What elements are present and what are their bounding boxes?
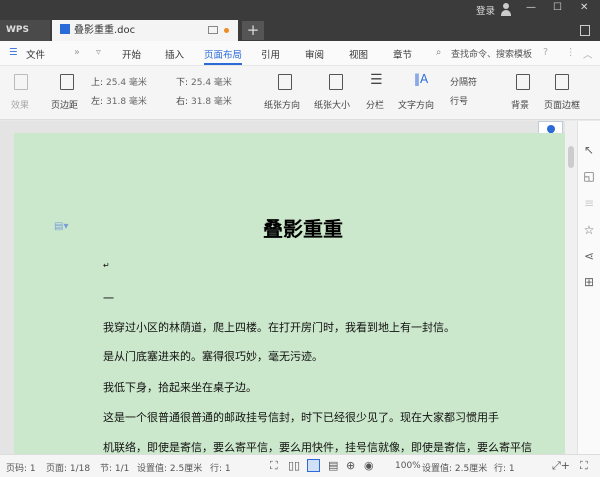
close-button[interactable]: ✕ [580,2,588,13]
help-button[interactable]: ? [543,47,548,58]
bottom-margin-label: 下: [176,78,189,88]
columns-icon[interactable]: ☰ [370,72,383,88]
paper-size-button[interactable]: 纸张大小 [314,98,350,111]
unsaved-dot-icon [224,28,229,33]
hamburger-icon[interactable]: ☰ [9,47,18,58]
columns-button[interactable]: 分栏 [366,98,384,111]
effects-button[interactable]: 效果 [11,98,29,111]
zoom-in-icon[interactable]: ⤢+ [552,459,570,473]
status-line: 行: 1 [210,464,231,474]
page-border-button[interactable]: 页面边框 [544,98,580,111]
status-pages[interactable]: 页面: 1/18 [46,461,90,474]
shapes-icon[interactable]: ◱ [582,169,596,183]
wps-label: WPS [6,25,30,35]
section-heading: 一 [103,292,114,305]
tab-home[interactable]: 开始 [122,47,141,61]
right-margin-input[interactable]: 31.8 毫米 [191,94,232,107]
line-numbers-button[interactable]: 行号 [450,94,468,107]
page-border-icon[interactable] [555,74,569,90]
status-setting: 设置值: 2.5厘米 [137,464,203,474]
fullscreen-icon[interactable]: ⛶ [270,459,278,473]
document-tab-title: 叠影重重.doc [74,25,136,36]
user-avatar-icon[interactable] [500,2,512,16]
menu-file[interactable]: 文件 [26,47,45,61]
text-direction-icon[interactable]: ‖A [414,72,428,86]
right-sidebar: ↖ ◱ ≡ ☆ ⋖ ⊞ [577,121,600,454]
format-list-icon[interactable]: ≡ [582,196,596,210]
collapse-ribbon-icon[interactable]: ︿ [583,47,593,61]
eye-protection-icon[interactable]: ◉ [364,459,374,472]
paragraph: 这是一个很普通很普通的邮政挂号信封，时下已经很少见了。现在大家都习惯用手 [103,411,499,424]
wps-home-tab[interactable]: WPS [0,20,50,41]
title-bar: 登录 — ☐ ✕ [0,0,600,20]
document-tab[interactable]: 叠影重重.doc [52,20,238,41]
bottom-margin-input[interactable]: 25.4 毫米 [191,75,232,88]
login-link[interactable]: 登录 [476,3,495,17]
more-icon[interactable]: » [74,47,80,58]
outline-view-icon[interactable]: ▤ [328,459,338,472]
tab-references[interactable]: 引用 [261,47,280,61]
paper-size-icon[interactable] [329,74,343,90]
read-mode-icon[interactable]: ▯▯ [288,459,300,472]
tab-review[interactable]: 审阅 [305,47,324,61]
maximize-button[interactable]: ☐ [553,2,562,13]
status-bar: 页码: 1 页面: 1/18 节: 1/1 设置值: 2.5厘米 行: 1 ⛶ … [0,454,600,477]
separator-button[interactable]: 分隔符 [450,75,477,88]
page-view-icon[interactable] [307,459,320,472]
word-doc-icon [60,24,70,34]
select-cursor-icon[interactable]: ↖ [582,143,596,157]
text-direction-button[interactable]: 文字方向 [398,98,434,111]
window-layout-icon[interactable] [580,25,590,36]
share-icon[interactable]: ⋖ [582,249,596,263]
margins-icon[interactable] [60,74,74,90]
star-icon[interactable]: ☆ [582,223,596,237]
minimize-button[interactable]: — [526,2,536,13]
tab-view[interactable]: 视图 [349,47,368,61]
quick-access-icon[interactable]: ▿ [96,47,101,58]
monitor-icon[interactable] [208,26,218,34]
fit-page-icon[interactable]: ⛶ [580,459,588,473]
effects-icon[interactable] [14,74,28,90]
document-page[interactable]: ▤▾ 叠影重重 ↵ 一 我穿过小区的林荫道，爬上四楼。在打开房门时，我看到地上有… [14,133,565,454]
left-margin-input[interactable]: 31.8 毫米 [106,94,147,107]
paragraph: 是从门底塞进来的。塞得很巧妙，毫无污迹。 [103,350,323,363]
scrollbar-thumb[interactable] [568,146,574,168]
zoom-level[interactable]: 100% [395,461,421,471]
status-setting-2: 设置值: 2.5厘米 [422,464,488,474]
top-margin-label: 上: [91,78,104,88]
tab-insert[interactable]: 插入 [165,47,184,61]
ribbon-toolbar: 效果 页边距 上: 25.4 毫米 左: 31.8 毫米 下: 25.4 毫米 … [0,66,600,120]
menu-bar: ☰ 文件 » ▿ 开始 插入 页面布局 引用 审阅 视图 章节 ⌕ 查找命令、搜… [0,41,600,66]
right-margin-label: 右: [176,97,189,107]
status-page: 页码: 1 [6,464,36,474]
orientation-button[interactable]: 纸张方向 [264,98,300,111]
document-title: 叠影重重 [263,217,343,241]
paragraph-mark: ↵ [103,261,110,270]
new-tab-button[interactable]: + [242,21,264,40]
search-icon[interactable]: ⌕ [436,47,441,58]
background-button[interactable]: 背景 [511,98,529,111]
vertical-scrollbar[interactable] [565,121,577,454]
status-line-2: 行: 1 [494,464,515,474]
tab-chapter[interactable]: 章节 [393,47,412,61]
web-view-icon[interactable]: ⊕ [346,459,355,472]
tab-page-layout[interactable]: 页面布局 [204,47,243,65]
left-margin-label: 左: [91,97,104,107]
paragraph: 机联络，即使是寄信，要么寄平信，要么用快件，挂号信就像，即使是寄信，要么寄平信 [103,441,532,454]
top-margin-input[interactable]: 25.4 毫米 [106,75,147,88]
apps-grid-icon[interactable]: ⊞ [582,275,596,289]
paragraph-format-icon[interactable]: ▤▾ [54,221,68,232]
status-section: 节: 1/1 [100,464,130,474]
orientation-icon[interactable] [278,74,292,90]
margins-button[interactable]: 页边距 [51,98,78,111]
background-icon[interactable] [516,74,530,90]
search-command-input[interactable]: 查找命令、搜索模板 [451,47,532,60]
paragraph: 我低下身，拾起来坐在桌子边。 [103,381,257,394]
paragraph: 我穿过小区的林荫道，爬上四楼。在打开房门时，我看到地上有一封信。 [103,321,455,334]
more-options-icon[interactable]: ⋮ [566,47,576,58]
